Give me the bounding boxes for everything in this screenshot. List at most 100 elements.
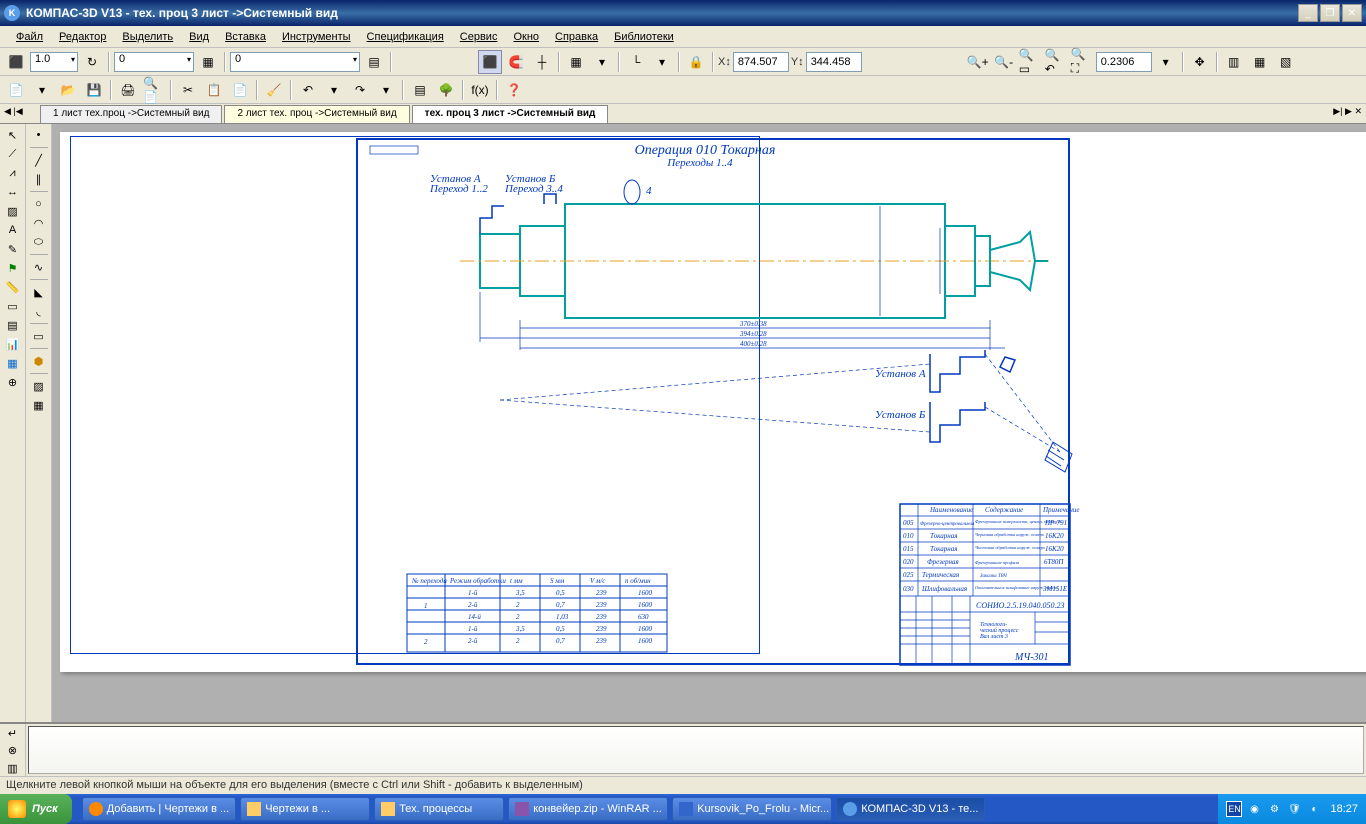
text-tool[interactable]: A [2, 221, 24, 239]
magnet-button[interactable]: 🧲 [504, 50, 528, 74]
scale-combo[interactable]: 1.0 [30, 52, 78, 72]
arc-tool[interactable]: ◠ [28, 214, 50, 232]
zoom-dd[interactable]: ▾ [1154, 50, 1178, 74]
erase-button[interactable]: 🧹 [262, 78, 286, 102]
doc-tab-3[interactable]: тех. проц 3 лист ->Системный вид [412, 105, 609, 123]
copy-button[interactable]: 📋 [202, 78, 226, 102]
menu-spec[interactable]: Спецификация [359, 29, 452, 45]
tray-icon-4[interactable]: ◐ [1306, 801, 1322, 817]
style-combo[interactable]: 0 [230, 52, 360, 72]
drawing-canvas[interactable]: Операция 010 Токарная Переходы 1..4 Уста… [52, 124, 1366, 722]
task-folder2[interactable]: Тех. процессы [374, 797, 504, 821]
tree-button[interactable]: 🌳 [434, 78, 458, 102]
measure-tool[interactable]: 📏 [2, 278, 24, 296]
rect-tool[interactable]: ▭ [28, 327, 50, 345]
task-browser[interactable]: Добавить | Чертежи в ... [82, 797, 236, 821]
tab-nav-left[interactable]: ◀ |◀ [4, 106, 23, 117]
fillet-tool[interactable]: ◟ [28, 302, 50, 320]
chamfer-tool[interactable]: ◣ [28, 283, 50, 301]
task-folder1[interactable]: Чертежи в ... [240, 797, 370, 821]
stop-button[interactable]: ⬛ [4, 50, 28, 74]
menu-view[interactable]: Вид [181, 29, 217, 45]
assoc-tool[interactable]: ▦ [2, 354, 24, 372]
segment-tool[interactable]: ╱ [28, 151, 50, 169]
edit-tool[interactable]: ✎ [2, 240, 24, 258]
zoom-window-button[interactable]: 🔍▭ [1018, 50, 1042, 74]
refresh-button[interactable]: ↻ [80, 50, 104, 74]
layer-combo[interactable]: 0 [114, 52, 194, 72]
redo-dd[interactable]: ▾ [374, 78, 398, 102]
menu-edit[interactable]: Редактор [51, 29, 114, 45]
ortho-button[interactable]: ⬛ [478, 50, 502, 74]
zoom-in-button[interactable]: 🔍+ [966, 50, 990, 74]
grid-button[interactable]: ▦ [564, 50, 588, 74]
menu-select[interactable]: Выделить [114, 29, 181, 45]
zoom-input[interactable] [1096, 52, 1152, 72]
menu-tools[interactable]: Инструменты [274, 29, 359, 45]
select-tool[interactable]: ↖ [2, 126, 24, 144]
dim-lock-button[interactable]: 🔒 [684, 50, 708, 74]
zoom-prev-button[interactable]: 🔍↶ [1044, 50, 1068, 74]
new-button[interactable]: 📄 [4, 78, 28, 102]
props-button[interactable]: ▤ [408, 78, 432, 102]
x-coord-input[interactable] [733, 52, 789, 72]
point-tool[interactable]: • [28, 126, 50, 144]
view-btn3[interactable]: ▧ [1274, 50, 1298, 74]
gather-tool[interactable]: ⬢ [28, 352, 50, 370]
zoom-fit-button[interactable]: 🔍⛶ [1070, 50, 1094, 74]
line-tool[interactable]: ⟋ [2, 145, 24, 163]
menu-file[interactable]: Файл [8, 29, 51, 45]
cut-button[interactable]: ✂ [176, 78, 200, 102]
preview-button[interactable]: 🔍📄 [142, 78, 166, 102]
task-word[interactable]: Kursovik_Po_Frolu - Micr... [672, 797, 832, 821]
y-coord-input[interactable] [806, 52, 862, 72]
grid-dd[interactable]: ▾ [590, 50, 614, 74]
menu-help[interactable]: Справка [547, 29, 606, 45]
param-tool[interactable]: ⚑ [2, 259, 24, 277]
dim-tool[interactable]: ↔ [2, 183, 24, 201]
region-tool[interactable]: ▦ [28, 396, 50, 414]
spline-tool[interactable]: ∿ [28, 258, 50, 276]
menu-lib[interactable]: Библиотеки [606, 29, 682, 45]
coords-dd[interactable]: ▾ [650, 50, 674, 74]
paste-button[interactable]: 📄 [228, 78, 252, 102]
print-button[interactable]: 🖨 [116, 78, 140, 102]
redo-button[interactable]: ↷ [348, 78, 372, 102]
task-kompas[interactable]: КОМПАС-3D V13 - те... [836, 797, 985, 821]
circle-tool[interactable]: ○ [28, 195, 50, 213]
prop-cancel[interactable]: ⊗ [2, 743, 24, 758]
maximize-button[interactable]: ❐ [1320, 4, 1340, 22]
undo-button[interactable]: ↶ [296, 78, 320, 102]
clock[interactable]: 18:27 [1330, 803, 1358, 815]
insert-tool[interactable]: ⊕ [2, 373, 24, 391]
view-btn1[interactable]: ▥ [1222, 50, 1246, 74]
tray-icon-2[interactable]: ⚙ [1266, 801, 1282, 817]
save-button[interactable]: 💾 [82, 78, 106, 102]
tray-icon-3[interactable]: 🛡 [1286, 801, 1302, 817]
minimize-button[interactable]: _ [1298, 4, 1318, 22]
spec-tool[interactable]: ▤ [2, 316, 24, 334]
layer-btn[interactable]: ▦ [196, 50, 220, 74]
prop-apply[interactable]: ↵ [2, 726, 24, 741]
tray-icon-1[interactable]: ◉ [1246, 801, 1262, 817]
prop-auto[interactable]: ▥ [2, 761, 24, 776]
style-btn[interactable]: ▤ [362, 50, 386, 74]
doc-tab-2[interactable]: 2 лист тех. проц ->Системный вид [224, 105, 409, 123]
menu-window[interactable]: Окно [505, 29, 547, 45]
menu-insert[interactable]: Вставка [217, 29, 274, 45]
lang-indicator[interactable]: EN [1226, 801, 1242, 817]
start-button[interactable]: Пуск [0, 794, 72, 824]
coords-button[interactable]: └ [624, 50, 648, 74]
polyline-tool[interactable]: ⩘ [2, 164, 24, 182]
open-button[interactable]: 📂 [56, 78, 80, 102]
new-dd[interactable]: ▾ [30, 78, 54, 102]
tab-nav-right[interactable]: ▶| ▶ ✕ [1333, 106, 1362, 117]
snap-button[interactable]: ┼ [530, 50, 554, 74]
doc-tab-1[interactable]: 1 лист тех.проц ->Системный вид [40, 105, 222, 123]
task-winrar[interactable]: конвейер.zip - WinRAR ... [508, 797, 668, 821]
menu-service[interactable]: Сервис [452, 29, 506, 45]
help-button[interactable]: ❓ [502, 78, 526, 102]
undo-dd[interactable]: ▾ [322, 78, 346, 102]
close-button[interactable]: ✕ [1342, 4, 1362, 22]
hatch-tool[interactable]: ▨ [2, 202, 24, 220]
